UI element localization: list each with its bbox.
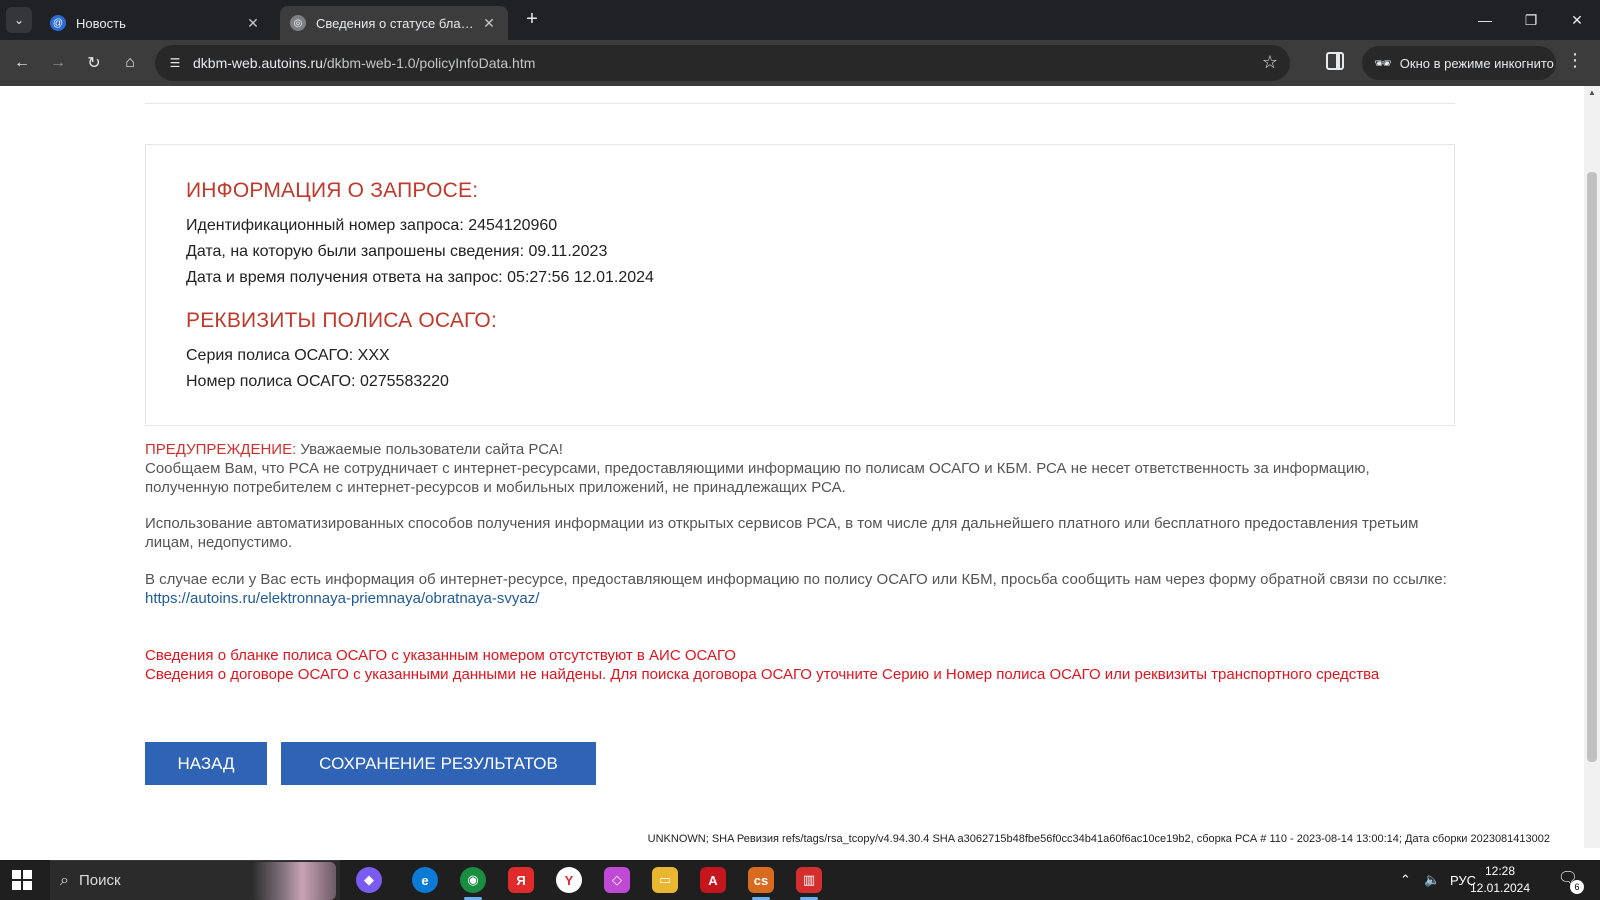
tab-title: Сведения о статусе бланков по [316,15,480,31]
response-time: Дата и время получения ответа на запрос:… [186,269,654,286]
build-info: UNKNOWN; SHA Ревизия refs/tags/rsa_tcopy… [647,833,1550,845]
close-window-button[interactable]: ✕ [1554,0,1600,40]
file-explorer-icon[interactable]: ▭ [652,867,678,893]
request-date: Дата, на которую были запрошены сведения… [186,243,608,260]
volume-icon[interactable]: 🔈 [1424,860,1440,900]
search-highlight-image [252,862,336,900]
chevron-down-icon: ⌄ [13,13,25,27]
feedback-link[interactable]: https://autoins.ru/elektronnaya-priemnay… [145,590,539,607]
tab-title: Новость [76,15,126,31]
save-results-button[interactable]: СОХРАНЕНИЕ РЕЗУЛЬТАТОВ [281,742,596,785]
notification-count: 6 [1570,880,1584,894]
page-content: ИНФОРМАЦИЯ О ЗАПРОСЕ: Идентификационный … [0,86,1584,848]
divider [145,103,1455,104]
feedback-text: В случае если у Вас есть информация об и… [145,571,1447,588]
warning-greeting: Уважаемые пользователи сайта РСА! [296,441,563,458]
minimize-button[interactable]: — [1462,0,1508,40]
alice-assistant-icon[interactable]: ◆ [356,867,382,893]
error-blank-not-found: Сведения о бланке полиса ОСАГО с указанн… [145,647,736,664]
restore-icon: ❐ [1524,11,1538,28]
warning-block: ПРЕДУПРЕЖДЕНИЕ: Уважаемые пользователи с… [145,440,1455,497]
chrome-browser-icon[interactable]: ◉ [460,867,486,900]
notifications-icon[interactable]: 🗨 6 [1556,868,1584,894]
restore-button[interactable]: ❐ [1508,0,1554,40]
search-placeholder: Поиск [78,872,121,889]
more-menu-icon[interactable]: ⋮ [1566,50,1584,71]
yandex-browser-icon[interactable]: Y [556,867,582,893]
policy-details-title: РЕКВИЗИТЫ ПОЛИСА ОСАГО: [186,309,497,332]
warning-paragraph-2: Использование автоматизированных способо… [145,515,1419,551]
acrobat-icon[interactable]: A [700,867,726,893]
request-info-title: ИНФОРМАЦИЯ О ЗАПРОСЕ: [186,179,479,202]
bookmark-star-icon[interactable]: ☆ [1262,52,1278,73]
warning-paragraph-3: В случае если у Вас есть информация об и… [145,570,1455,608]
side-panel-icon[interactable] [1326,52,1344,70]
new-tab-button[interactable]: + [520,8,544,32]
request-info-panel: ИНФОРМАЦИЯ О ЗАПРОСЕ: Идентификационный … [145,144,1455,426]
url-host: dkbm-web.autoins.ru [193,55,323,71]
globe-favicon-icon: ◎ [290,15,306,31]
app-cs-icon[interactable]: cs [748,867,774,900]
scroll-thumb[interactable] [1587,172,1597,762]
scroll-up-arrow-icon[interactable]: ▲ [1584,86,1600,100]
edge-browser-icon[interactable]: e [412,867,438,893]
system-clock[interactable]: 12:28 12.01.2024 [1468,863,1532,897]
policy-number: Номер полиса ОСАГО: 0275583220 [186,373,449,390]
incognito-icon: 🕶 [1374,54,1392,71]
clock-time: 12:28 [1484,864,1516,878]
request-id: Идентификационный номер запроса: 2454120… [186,217,558,234]
address-bar[interactable]: ☰ dkbm-web.autoins.ru/dkbm-web-1.0/polic… [155,45,1290,81]
arrow-right-icon: → [50,54,66,71]
home-button[interactable]: ⌂ [116,49,144,77]
back-nav-button[interactable]: ← [8,49,36,77]
tab-news[interactable]: @ Новость ✕ [40,6,272,40]
close-icon[interactable]: ✕ [244,15,262,32]
windows-start-icon[interactable] [12,870,32,890]
warning-paragraph-1: Сообщаем Вам, что РСА не сотрудничает с … [145,460,1370,496]
tab-policy-status[interactable]: ◎ Сведения о статусе бланков по ✕ [280,6,508,40]
reload-icon: ↻ [87,55,101,72]
search-icon: ⌕ [60,871,69,889]
warning-label: ПРЕДУПРЕЖДЕНИЕ: [145,441,297,458]
app-chart-icon[interactable]: ▥ [796,867,822,900]
page-scrollbar[interactable]: ▲ [1584,86,1600,848]
close-icon[interactable]: ✕ [480,15,498,32]
url-text: dkbm-web.autoins.ru/dkbm-web-1.0/policyI… [193,55,535,71]
policy-series: Серия полиса ОСАГО: ХХХ [186,347,390,364]
clock-date: 12.01.2024 [1469,881,1531,895]
site-info-icon[interactable]: ☰ [165,53,185,73]
minimize-icon: — [1478,12,1492,28]
incognito-label: Окно в режиме инкогнито [1399,55,1554,71]
app-gem-icon[interactable]: ◇ [604,867,630,893]
back-button[interactable]: НАЗАД [145,742,267,785]
news-favicon-icon: @ [50,15,66,31]
incognito-indicator[interactable]: 🕶 Окно в режиме инкогнито [1362,46,1556,80]
tab-search-button[interactable]: ⌄ [6,7,32,33]
reload-button[interactable]: ↻ [80,49,108,77]
taskbar: ⌕ Поиск ◆ e ◉ Я Y ◇ ▭ A cs ▥ ⌃ 🔈 РУС 12:… [0,860,1600,900]
yandex-icon[interactable]: Я [508,867,534,893]
error-contract-not-found: Сведения о договоре ОСАГО с указанными д… [145,666,1380,683]
home-icon: ⌂ [125,54,135,71]
close-icon: ✕ [1571,11,1583,28]
browser-toolbar: ← → ↻ ⌂ ☰ dkbm-web.autoins.ru/dkbm-web-1… [0,40,1600,86]
tray-overflow-icon[interactable]: ⌃ [1400,860,1411,900]
url-path: /dkbm-web-1.0/policyInfoData.htm [322,55,536,71]
forward-nav-button[interactable]: → [44,49,72,77]
browser-tab-strip: ⌄ @ Новость ✕ ◎ Сведения о статусе бланк… [0,0,1600,40]
arrow-left-icon: ← [14,54,30,71]
